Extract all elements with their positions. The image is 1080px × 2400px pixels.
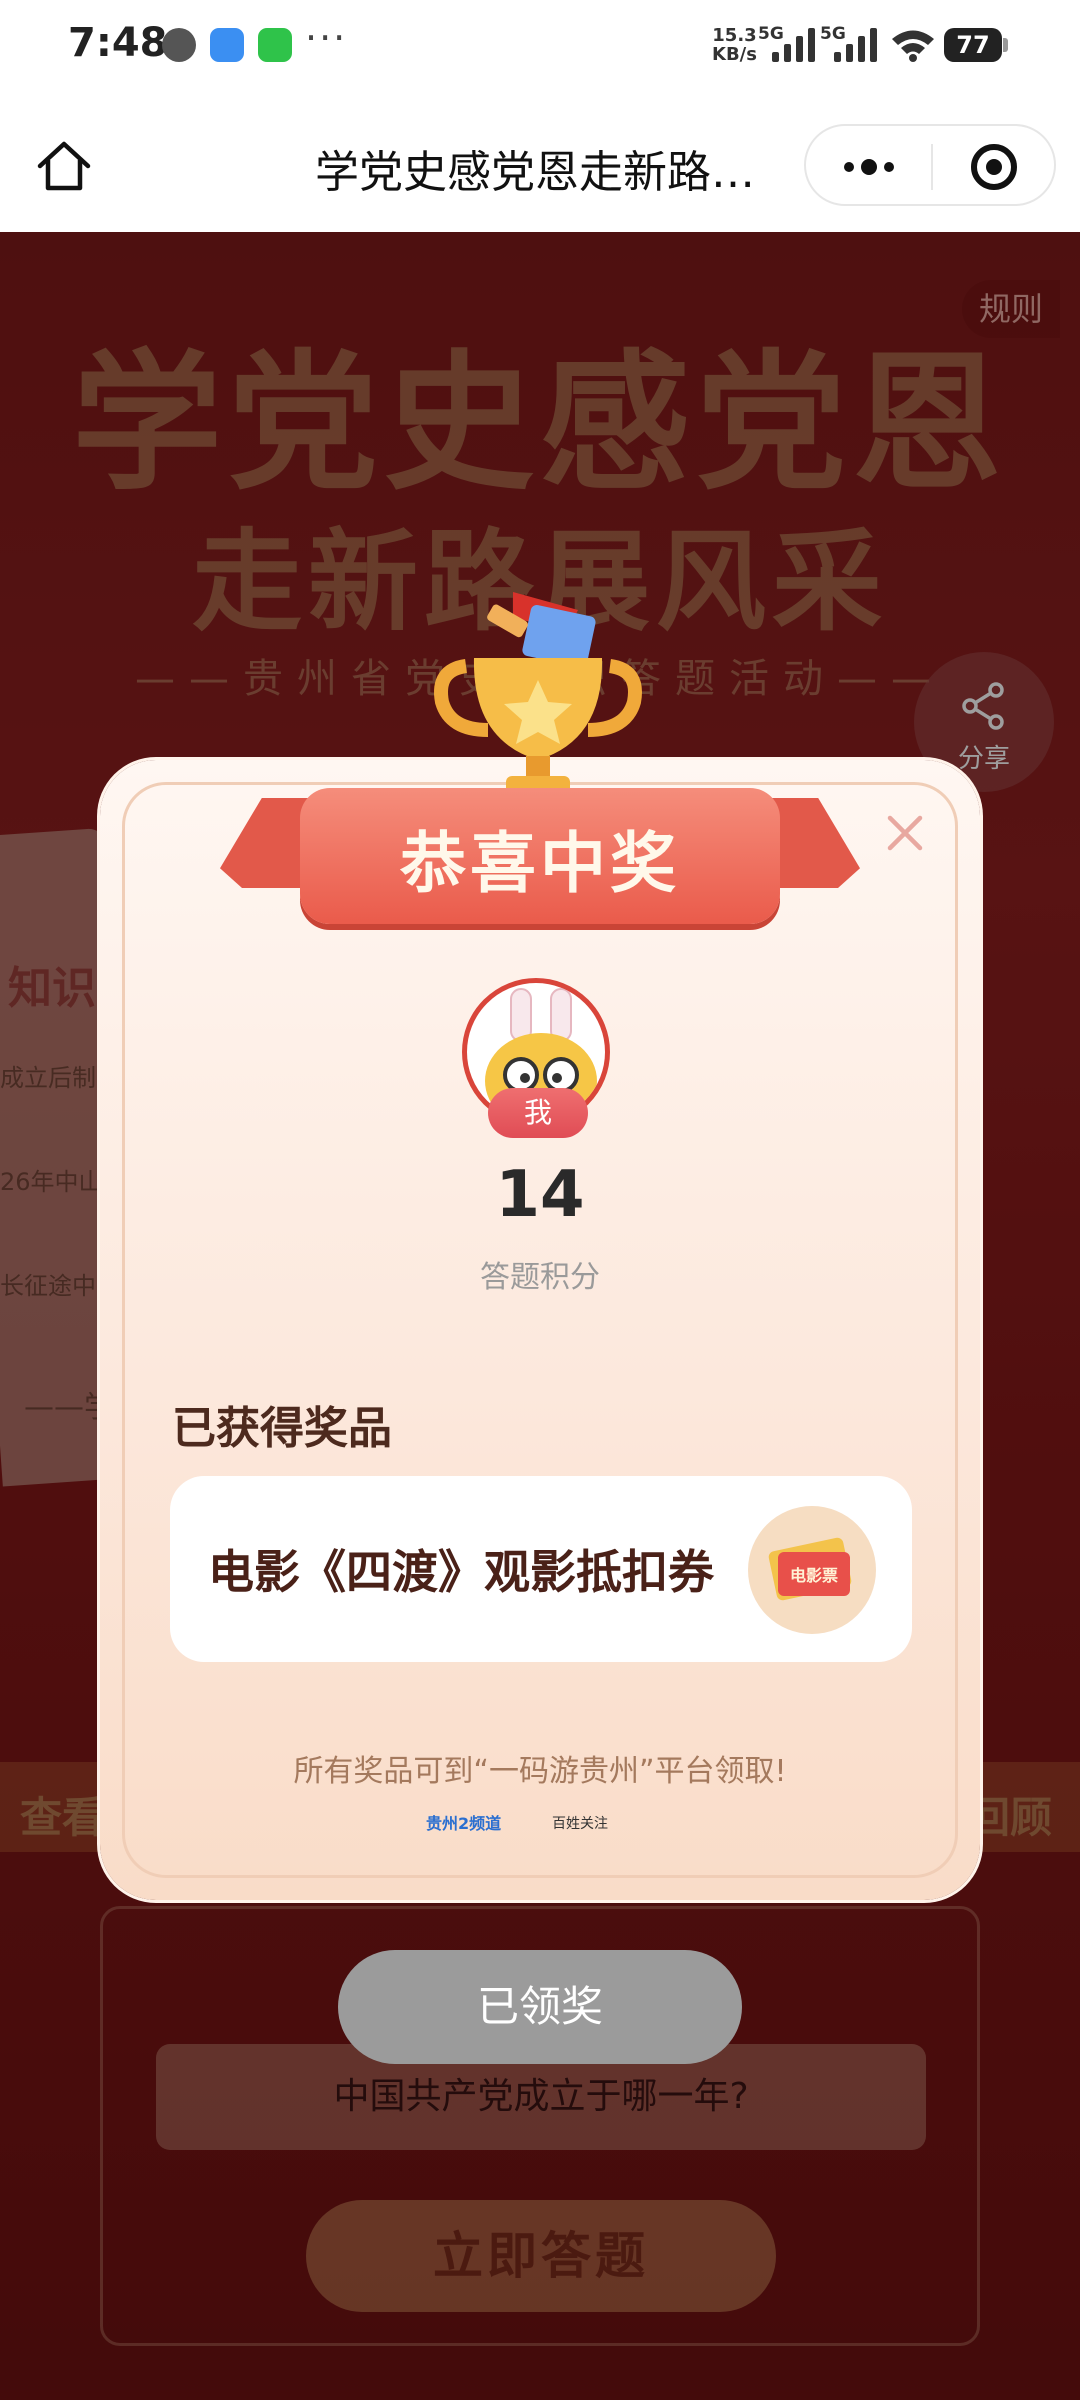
congrats-ribbon: 恭喜中奖: [300, 788, 780, 924]
me-tag: 我: [488, 1088, 588, 1138]
signal-bars-icon-2: [834, 26, 882, 62]
more-dots-icon[interactable]: [834, 146, 904, 188]
close-icon[interactable]: [882, 810, 928, 856]
trophy-icon: [434, 592, 642, 796]
score-label: 答题积分: [480, 1260, 600, 1295]
capsule-divider: [931, 144, 933, 190]
page-title: 学党史感党恩走新路展风采: [315, 147, 775, 198]
mini-program-close-icon[interactable]: [971, 144, 1017, 190]
sponsor-logos: 贵州2频道 百姓关注: [426, 1806, 656, 1846]
battery-icon: 77: [944, 28, 1008, 62]
claimed-button[interactable]: 已领奖: [338, 1950, 742, 2064]
baixing-guanzhu-logo: 百姓关注: [552, 1816, 608, 1832]
ticket-text: 电影票: [790, 1566, 838, 1585]
status-time: 7:48: [68, 20, 168, 66]
mini-program-capsule: [804, 124, 1056, 206]
status-bar: 7:48 ··· 15.3 KB/s 5G 5G 77: [0, 0, 1080, 92]
home-icon[interactable]: [34, 136, 94, 196]
prize-card: 电影《四渡》观影抵扣券 电影票: [170, 1476, 912, 1662]
footer-note: 所有奖品可到“一码游贵州”平台领取!: [293, 1754, 787, 1789]
movie-ticket-graphic: 电影票: [768, 1537, 852, 1601]
message-app-icon: [258, 28, 292, 62]
modal-border: [122, 782, 958, 1878]
movie-ticket-icon: 电影票: [748, 1506, 876, 1634]
network-speed: 15.3 KB/s: [712, 26, 757, 64]
speed-unit: KB/s: [712, 44, 757, 65]
nav-bar: 学党史感党恩走新路展风采: [0, 92, 1080, 232]
more-notifications-icon: ···: [305, 16, 348, 60]
weather-app-icon: [210, 28, 244, 62]
guizhou-channel2-logo: 贵州2频道: [426, 1814, 502, 1833]
signal-bars-icon: [772, 26, 820, 62]
speed-value: 15.3: [712, 25, 757, 46]
prize-name: 电影《四渡》观影抵扣券: [208, 1545, 714, 1599]
prize-modal: 恭喜中奖 我 14 答题积分 已获得奖品 电影《四渡》观影抵扣券 电影票 所有奖…: [100, 592, 980, 1900]
score-value: 14: [495, 1158, 585, 1232]
clock-app-icon: [162, 28, 196, 62]
wifi-icon: [892, 30, 934, 62]
prize-heading: 已获得奖品: [172, 1403, 392, 1454]
congrats-title: 恭喜中奖: [400, 825, 680, 902]
